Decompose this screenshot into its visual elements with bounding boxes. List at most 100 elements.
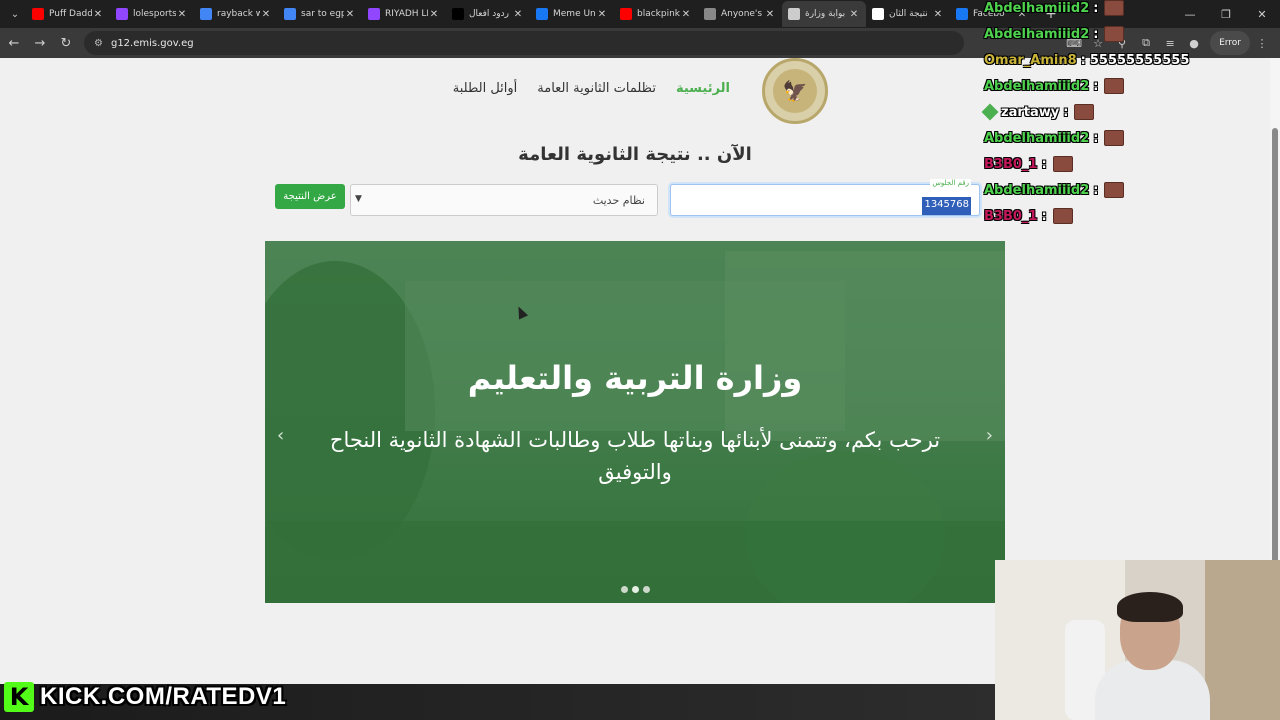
chat-emote-icon [1052,156,1073,172]
browser-tab[interactable]: lolesports ✕ [110,1,194,27]
browser-tab-label: sar to egp [301,9,344,19]
tab-close-icon[interactable]: ✕ [848,9,860,20]
chat-emote-icon [1074,104,1095,120]
menu-dots-icon[interactable]: ⋮ [1250,31,1274,55]
google-icon [200,8,212,20]
tab-close-icon[interactable]: ✕ [260,9,272,20]
tab-search-chevron-icon[interactable]: ⌄ [4,4,26,24]
tab-close-icon[interactable]: ✕ [764,9,776,20]
browser-tab-label: lolesports [133,9,176,19]
system-select-value: نظام حديث [592,194,645,207]
site-info-icon[interactable]: ⚙ [94,38,103,49]
browser-tab[interactable]: RIYADH LI ✕ [362,1,446,27]
show-result-button[interactable]: عرض النتيجة [275,184,345,209]
chat-username: Abdelhamiiid2 [984,78,1090,94]
nav-link[interactable]: الرئيسية [676,81,730,96]
carousel-dot[interactable] [642,586,650,593]
chat-username: Omar_Amin8 [984,52,1077,68]
page-icon [872,8,884,20]
chat-emote-icon [1052,208,1073,224]
browser-tab[interactable]: Meme Uni ✕ [530,1,614,27]
scrollbar-thumb[interactable] [1272,128,1278,616]
tab-close-icon[interactable]: ✕ [344,9,356,20]
tab-close-icon[interactable]: ✕ [596,9,608,20]
tab-close-icon[interactable]: ✕ [512,9,524,20]
chat-message: Abdelhamiiid2: [984,128,1125,148]
tab-close-icon[interactable]: ✕ [176,9,188,20]
browser-tab[interactable]: نتيجة الثان ✕ [866,1,950,27]
page-icon [788,8,800,20]
carousel-next-chevron-icon[interactable]: › [986,425,993,446]
chat-emote-icon [1104,130,1125,146]
hero-title: وزارة التربية والتعليم [467,359,803,397]
browser-tab[interactable]: بوابة وزارة ✕ [782,1,866,27]
chat-emote-icon [1104,182,1125,198]
chat-message: Omar_Amin8:55555555555 [984,50,1189,70]
nav-link[interactable]: أوائل الطلبة [453,81,518,96]
generic-icon [704,8,716,20]
forward-arrow-icon[interactable]: → [28,31,52,55]
tab-close-icon[interactable]: ✕ [680,9,692,20]
chat-separator: : [1093,182,1099,198]
browser-tab[interactable]: Puff Daddy✕ [26,1,110,27]
seat-number-label: رقم الجلوس [930,179,971,187]
browser-tab-label: Anyone's L [721,9,764,19]
eagle-emblem-icon: 🦅 [773,69,817,113]
close-window-icon[interactable]: ✕ [1244,0,1280,28]
browser-tab[interactable]: Anyone's L✕ [698,1,782,27]
chat-message: B3B0_1: [984,154,1073,174]
chat-separator: : [1041,208,1047,224]
carousel-indicators [265,586,1005,593]
tab-close-icon[interactable]: ✕ [428,9,440,20]
webcam-person-hair [1117,592,1183,622]
chat-emote-icon [1104,26,1125,42]
chevron-down-icon: ▼ [355,194,362,204]
system-select[interactable]: نظام حديث ▼ [350,184,658,216]
back-arrow-icon[interactable]: ← [2,31,26,55]
maximize-icon[interactable]: ❐ [1208,0,1244,28]
url-text: g12.emis.gov.eg [110,37,194,49]
error-button[interactable]: Error [1210,31,1250,55]
chat-separator: : [1093,0,1099,16]
ministry-logo[interactable]: 🦅 [762,58,828,124]
chat-separator: : [1093,78,1099,94]
browser-tab[interactable]: blackpink ✕ [614,1,698,27]
twitch-icon [368,8,380,20]
url-input[interactable]: ⚙ g12.emis.gov.eg [84,31,964,55]
hero-green-overlay [265,241,1005,603]
tiktok-icon [452,8,464,20]
carousel-dot[interactable] [631,586,639,593]
chat-separator: : [1093,130,1099,146]
browser-tab-label: RIYADH LI [385,9,428,19]
chat-message: Abdelhamiiid2: [984,180,1125,200]
hero-carousel: وزارة التربية والتعليم ترحب بكم، وتتمنى … [265,241,1005,603]
chat-username: B3B0_1 [984,156,1038,172]
chat-username: Abdelhamiiid2 [984,0,1090,16]
seat-number-input[interactable]: رقم الجلوس 1345768 [670,179,980,216]
kick-banner: K KICK.COM/RATEDV1 [4,682,286,712]
chat-emote-icon [1104,78,1125,94]
browser-tab[interactable]: rayback w ✕ [194,1,278,27]
chat-separator: : [1093,26,1099,42]
chat-username: Abdelhamiiid2 [984,182,1090,198]
browser-tab-label: بوابة وزارة [805,9,846,19]
browser-tab-label: rayback w [217,9,260,19]
tab-close-icon[interactable]: ✕ [92,9,104,20]
chat-username: Abdelhamiiid2 [984,130,1090,146]
chat-separator: : [1080,52,1086,68]
tab-close-icon[interactable]: ✕ [932,9,944,20]
tab-list: Puff Daddy✕lolesports✕rayback w✕sar to e… [26,1,1034,27]
carousel-prev-chevron-icon[interactable]: ‹ [277,425,284,446]
nav-link[interactable]: تظلمات الثانوية العامة [537,81,656,96]
reload-icon[interactable]: ↻ [54,31,78,55]
kick-channel-url: KICK.COM/RATEDV1 [40,683,287,710]
facebook-icon [536,8,548,20]
chat-message: Abdelhamiiid2: [984,76,1125,96]
carousel-dot[interactable] [620,586,628,593]
browser-tab[interactable]: sar to egp ✕ [278,1,362,27]
seat-number-value: 1345768 [922,197,971,215]
kick-logo-icon: K [4,682,34,712]
browser-tab[interactable]: ردود أفعال ✕ [446,1,530,27]
chat-message: B3B0_1: [984,206,1073,226]
minimize-icon[interactable]: — [1172,0,1208,28]
